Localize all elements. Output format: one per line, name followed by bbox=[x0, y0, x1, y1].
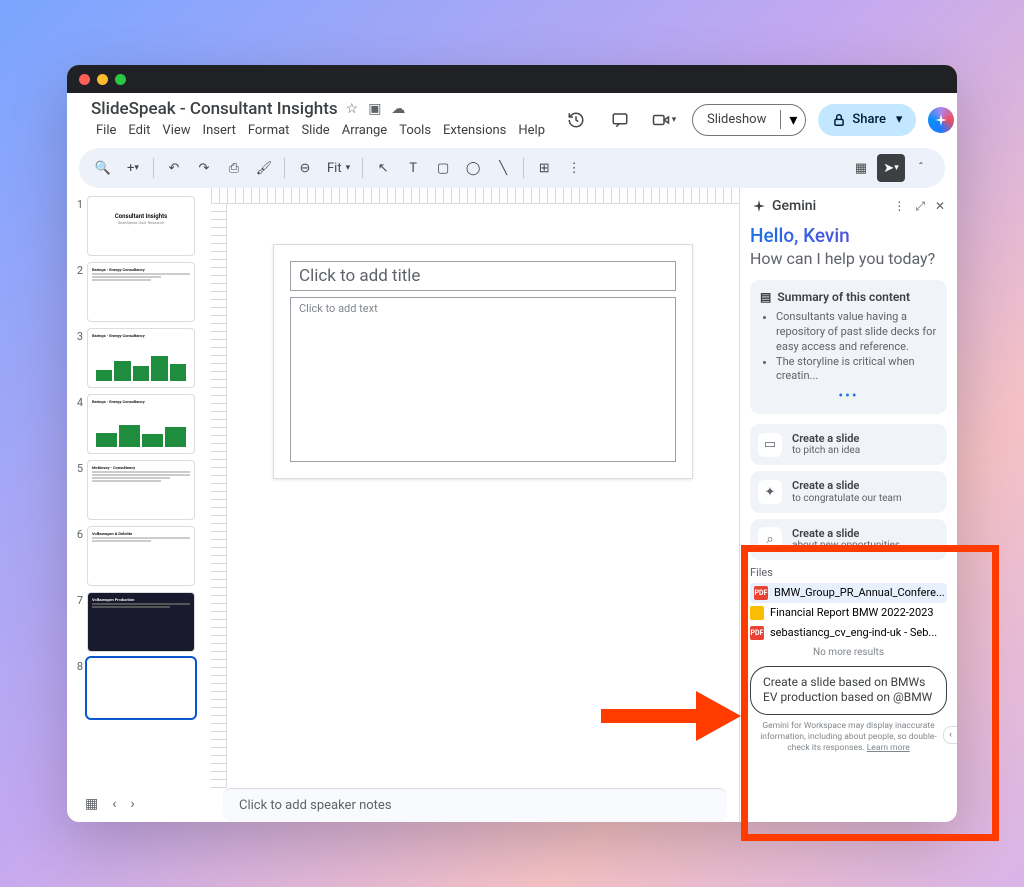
vertical-ruler bbox=[211, 204, 227, 788]
learn-more-link[interactable]: Learn more bbox=[867, 743, 910, 753]
menu-bar: File Edit View Insert Format Slide Arran… bbox=[91, 121, 550, 140]
gemini-close-icon[interactable]: ✕ bbox=[935, 199, 945, 214]
meet-video-icon[interactable]: ▾ bbox=[648, 104, 680, 136]
cloud-status-icon[interactable]: ☁ bbox=[391, 101, 405, 117]
gemini-disclaimer: Gemini for Workspace may display inaccur… bbox=[750, 721, 947, 754]
undo-button[interactable]: ↶ bbox=[160, 154, 188, 182]
print-button[interactable]: ⎙ bbox=[220, 154, 248, 182]
horizontal-ruler bbox=[211, 188, 739, 204]
maximize-window-button[interactable] bbox=[115, 74, 126, 85]
suggestion-pitch-idea[interactable]: ▭ Create a slideto pitch an idea bbox=[750, 424, 947, 465]
gemini-greeting-sub: How can I help you today? bbox=[750, 249, 947, 268]
menu-extensions[interactable]: Extensions bbox=[438, 121, 511, 140]
thumbnail-4[interactable]: Barings - Energy Consultancy bbox=[87, 394, 195, 454]
comments-icon[interactable] bbox=[604, 104, 636, 136]
close-window-button[interactable] bbox=[79, 74, 90, 85]
slide-body-placeholder[interactable]: Click to add text bbox=[290, 297, 676, 462]
slide-canvas[interactable]: Click to add title Click to add text bbox=[273, 244, 693, 479]
menu-file[interactable]: File bbox=[91, 121, 121, 140]
next-slide-icon[interactable]: › bbox=[130, 796, 134, 812]
slideshow-button[interactable]: Slideshow ▾ bbox=[692, 104, 806, 136]
text-box-tool[interactable]: T bbox=[399, 154, 427, 182]
window-titlebar bbox=[67, 65, 957, 93]
thumbnail-5[interactable]: McKinsey - Consultancy bbox=[87, 460, 195, 520]
collapse-side-panel-button[interactable]: ‹ bbox=[943, 726, 957, 744]
slideshow-dropdown[interactable]: ▾ bbox=[780, 110, 805, 129]
thumbnail-6[interactable]: Volkswagen & Deloitte bbox=[87, 526, 195, 586]
annotation-arrow bbox=[601, 691, 741, 745]
prev-slide-icon[interactable]: ‹ bbox=[112, 796, 116, 812]
no-more-results: No more results bbox=[750, 647, 947, 658]
gemini-side-panel: Gemini ⋮ ⤢ ✕ Hello, Kevin How can I help… bbox=[739, 188, 957, 822]
thumbnail-1[interactable]: Consultant InsightsSlideSpeak User Resea… bbox=[87, 196, 195, 256]
minimize-window-button[interactable] bbox=[97, 74, 108, 85]
menu-slide[interactable]: Slide bbox=[296, 121, 334, 140]
select-tool[interactable]: ↖ bbox=[369, 154, 397, 182]
menu-edit[interactable]: Edit bbox=[123, 121, 155, 140]
menu-format[interactable]: Format bbox=[243, 121, 295, 140]
comment-button[interactable]: ⊞ bbox=[530, 154, 558, 182]
suggestion-opportunities[interactable]: ⌕ Create a slideabout new opportunities bbox=[750, 519, 947, 560]
summary-card[interactable]: ▤Summary of this content Consultants val… bbox=[750, 280, 947, 414]
document-title[interactable]: SlideSpeak - Consultant Insights bbox=[91, 99, 338, 119]
share-button[interactable]: Share ▾ bbox=[818, 104, 916, 136]
pdf-icon: PDF bbox=[750, 626, 764, 640]
menu-tools[interactable]: Tools bbox=[394, 121, 436, 140]
hide-menus-icon[interactable]: ˆ bbox=[907, 154, 935, 182]
file-result[interactable]: Financial Report BMW 2022-2023 bbox=[750, 603, 947, 623]
page-icon: ▭ bbox=[758, 433, 782, 457]
pdf-icon: PDF bbox=[754, 586, 768, 600]
theme-builder-icon[interactable]: ▦ bbox=[847, 154, 875, 182]
shape-tool[interactable]: ◯ bbox=[459, 154, 487, 182]
search-insight-icon: ⌕ bbox=[758, 527, 782, 551]
speaker-notes[interactable]: Click to add speaker notes bbox=[223, 788, 727, 822]
slides-file-icon bbox=[750, 606, 764, 620]
move-to-folder-icon[interactable]: ▣ bbox=[368, 101, 381, 117]
menu-insert[interactable]: Insert bbox=[198, 121, 241, 140]
line-tool[interactable]: ╲ bbox=[489, 154, 517, 182]
thumbnail-8[interactable] bbox=[87, 658, 195, 718]
summary-bullet: The storyline is critical when creatin..… bbox=[776, 355, 937, 385]
zoom-tool-icon[interactable]: ⊖ bbox=[291, 154, 319, 182]
slide-title-placeholder[interactable]: Click to add title bbox=[290, 261, 676, 291]
toolbar: 🔍 +▾ ↶ ↷ ⎙ 🖌 ⊖ Fit ▾ ↖ T ▢ ◯ ╲ ⊞ ⋮ ▦ ➤▾ … bbox=[79, 148, 945, 188]
thumbnail-7[interactable]: Volkswagen Production bbox=[87, 592, 195, 652]
slide-filmstrip: 1Consultant InsightsSlideSpeak User Rese… bbox=[67, 188, 211, 822]
gemini-expand-icon[interactable]: ⤢ bbox=[915, 199, 925, 214]
gemini-prompt-input[interactable]: Create a slide based on BMWs EV producti… bbox=[750, 666, 947, 715]
file-result-selected[interactable]: PDFBMW_Group_PR_Annual_Confere... bbox=[750, 583, 947, 603]
paint-format-button[interactable]: 🖌 bbox=[250, 154, 278, 182]
summary-bullet: Consultants value having a repository of… bbox=[776, 310, 937, 355]
zoom-level-select[interactable]: Fit ▾ bbox=[321, 161, 356, 176]
gemini-greeting-name: Hello, Kevin bbox=[750, 224, 947, 247]
gemini-sparkle-icon[interactable] bbox=[928, 107, 954, 133]
thumbnail-2[interactable]: Barings - Energy Consultancy bbox=[87, 262, 195, 322]
celebrate-icon: ✦ bbox=[758, 480, 782, 504]
menu-help[interactable]: Help bbox=[513, 121, 550, 140]
files-section-header: Files bbox=[750, 566, 947, 579]
transition-icon[interactable]: ➤▾ bbox=[877, 154, 905, 182]
file-result[interactable]: PDFsebastiancg_cv_eng-ind-uk - Seb... bbox=[750, 623, 947, 643]
menu-arrange[interactable]: Arrange bbox=[337, 121, 392, 140]
grid-view-icon[interactable]: ▦ bbox=[85, 796, 98, 812]
more-tools-icon[interactable]: ⋮ bbox=[560, 154, 588, 182]
gemini-more-icon[interactable]: ⋮ bbox=[893, 199, 905, 214]
search-menus-icon[interactable]: 🔍 bbox=[89, 154, 117, 182]
suggestion-congratulate[interactable]: ✦ Create a slideto congratulate our team bbox=[750, 471, 947, 512]
thumbnail-3[interactable]: Barings - Energy Consultancy bbox=[87, 328, 195, 388]
version-history-icon[interactable] bbox=[560, 104, 592, 136]
image-tool[interactable]: ▢ bbox=[429, 154, 457, 182]
redo-button[interactable]: ↷ bbox=[190, 154, 218, 182]
gemini-panel-title: Gemini bbox=[772, 198, 816, 214]
summary-expand-button[interactable]: ••• bbox=[760, 388, 937, 404]
summary-icon: ▤ bbox=[760, 290, 771, 304]
menu-view[interactable]: View bbox=[157, 121, 195, 140]
new-slide-button[interactable]: +▾ bbox=[119, 154, 147, 182]
star-icon[interactable]: ☆ bbox=[346, 101, 359, 117]
